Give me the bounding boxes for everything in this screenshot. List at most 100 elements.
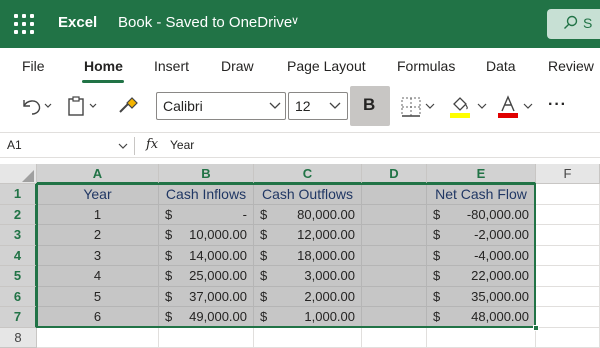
- search-placeholder: S: [583, 15, 593, 31]
- cell-d3[interactable]: [362, 225, 427, 246]
- cell-d1[interactable]: [362, 184, 427, 205]
- cell-e8[interactable]: [427, 327, 536, 348]
- tab-formulas[interactable]: Formulas: [397, 58, 455, 74]
- tab-data[interactable]: Data: [486, 58, 516, 74]
- cell-c8[interactable]: [254, 327, 362, 348]
- cell-d4[interactable]: [362, 245, 427, 266]
- cell-c4[interactable]: $18,000.00: [254, 245, 362, 266]
- insert-function-icon[interactable]: fx: [146, 137, 158, 152]
- cell-b2[interactable]: $ -: [159, 204, 254, 225]
- select-all-corner[interactable]: [0, 164, 37, 184]
- cell-b7[interactable]: $49,000.00: [159, 307, 254, 328]
- cell-d6[interactable]: [362, 286, 427, 307]
- cell-f1[interactable]: [536, 184, 600, 205]
- cell-a5[interactable]: 4: [37, 266, 159, 287]
- search-box[interactable]: S: [547, 9, 600, 39]
- paste-icon[interactable]: [66, 94, 102, 118]
- row-header-6[interactable]: 6: [0, 286, 37, 307]
- tab-home[interactable]: Home: [84, 58, 123, 74]
- cell-c5[interactable]: $3,000.00: [254, 266, 362, 287]
- cell-c1[interactable]: Cash Outflows: [254, 184, 362, 205]
- cell-b8[interactable]: [159, 327, 254, 348]
- spreadsheet-grid: A B C D E F 1 2 3 4 5 6 7 8 Year Cash In…: [0, 164, 600, 348]
- cell-reference: A1: [7, 138, 22, 152]
- column-header-c[interactable]: C: [254, 164, 362, 184]
- fill-color-icon[interactable]: [448, 94, 490, 120]
- tab-insert[interactable]: Insert: [154, 58, 189, 74]
- cell-a2[interactable]: 1: [37, 204, 159, 225]
- row-header-3[interactable]: 3: [0, 225, 37, 246]
- currency-symbol: $: [260, 227, 268, 242]
- cell-b4[interactable]: $14,000.00: [159, 245, 254, 266]
- cell-c2[interactable]: $80,000.00: [254, 204, 362, 225]
- cell-e6[interactable]: $35,000.00: [427, 286, 536, 307]
- cell-f5[interactable]: [536, 266, 600, 287]
- cell-a8[interactable]: [37, 327, 159, 348]
- formula-bar: A1 fx Year: [0, 132, 600, 158]
- cell-e7[interactable]: $48,000.00: [427, 307, 536, 328]
- document-title[interactable]: Book - Saved to OneDrive: [118, 14, 292, 31]
- name-box[interactable]: A1: [4, 137, 130, 155]
- format-painter-icon[interactable]: [116, 94, 140, 118]
- currency-symbol: $: [165, 247, 173, 263]
- column-header-f[interactable]: F: [536, 164, 600, 184]
- cell-b6[interactable]: $37,000.00: [159, 286, 254, 307]
- cell-d2[interactable]: [362, 204, 427, 225]
- cell-a1[interactable]: Year: [37, 184, 159, 205]
- row-header-7[interactable]: 7: [0, 307, 37, 328]
- fill-handle[interactable]: [533, 325, 539, 331]
- font-name-dropdown[interactable]: Calibri: [156, 92, 286, 120]
- cell-a4[interactable]: 3: [37, 245, 159, 266]
- borders-icon[interactable]: [400, 96, 438, 118]
- cell-d7[interactable]: [362, 307, 427, 328]
- app-name[interactable]: Excel: [58, 14, 97, 31]
- cell-f4[interactable]: [536, 245, 600, 266]
- cell-d5[interactable]: [362, 266, 427, 287]
- cell-e2[interactable]: $ -80,000.00: [427, 204, 536, 225]
- row-header-1[interactable]: 1: [0, 184, 37, 205]
- cell-e4[interactable]: $ -4,000.00: [427, 245, 536, 266]
- cell-e3[interactable]: $ -2,000.00: [427, 225, 536, 246]
- cell-text: 3: [93, 247, 102, 263]
- tab-review[interactable]: Review: [548, 58, 594, 74]
- cell-b1[interactable]: Cash Inflows: [159, 184, 254, 205]
- cell-a3[interactable]: 2: [37, 225, 159, 246]
- cell-d8[interactable]: [362, 327, 427, 348]
- cell-e1[interactable]: Net Cash Flow: [427, 184, 536, 205]
- cell-f2[interactable]: [536, 204, 600, 225]
- tab-file[interactable]: File: [22, 58, 45, 74]
- chevron-down-icon: [118, 143, 128, 149]
- row-header-8[interactable]: 8: [0, 327, 37, 348]
- more-options-icon[interactable]: ···: [548, 96, 567, 114]
- column-header-d[interactable]: D: [362, 164, 427, 184]
- cell-b5[interactable]: $25,000.00: [159, 266, 254, 287]
- font-color-icon[interactable]: [496, 94, 538, 120]
- cell-b3[interactable]: $10,000.00: [159, 225, 254, 246]
- column-header-b[interactable]: B: [159, 164, 254, 184]
- row-header-2[interactable]: 2: [0, 204, 37, 225]
- cell-f6[interactable]: [536, 286, 600, 307]
- column-header-e[interactable]: E: [427, 164, 536, 184]
- cell-f3[interactable]: [536, 225, 600, 246]
- chevron-down-icon[interactable]: ∨: [291, 14, 299, 27]
- undo-icon[interactable]: [18, 94, 52, 118]
- cell-a6[interactable]: 5: [37, 286, 159, 307]
- cell-c6[interactable]: $2,000.00: [254, 286, 362, 307]
- row-header-5[interactable]: 5: [0, 266, 37, 287]
- cell-f8[interactable]: [536, 327, 600, 348]
- font-size-dropdown[interactable]: 12: [288, 92, 348, 120]
- currency-symbol: $: [260, 288, 268, 304]
- cell-c3[interactable]: $12,000.00: [254, 225, 362, 246]
- cell-value: 48,000.00: [471, 309, 529, 324]
- cell-e5[interactable]: $22,000.00: [427, 266, 536, 287]
- cell-c7[interactable]: $1,000.00: [254, 307, 362, 328]
- formula-input[interactable]: Year: [170, 138, 194, 152]
- tab-page-layout[interactable]: Page Layout: [287, 58, 366, 74]
- app-launcher-icon[interactable]: [12, 12, 36, 36]
- column-header-a[interactable]: A: [37, 164, 159, 184]
- bold-button[interactable]: B: [350, 86, 390, 126]
- cell-a7[interactable]: 6: [37, 307, 159, 328]
- tab-draw[interactable]: Draw: [221, 58, 254, 74]
- row-header-4[interactable]: 4: [0, 245, 37, 266]
- cell-f7[interactable]: [536, 307, 600, 328]
